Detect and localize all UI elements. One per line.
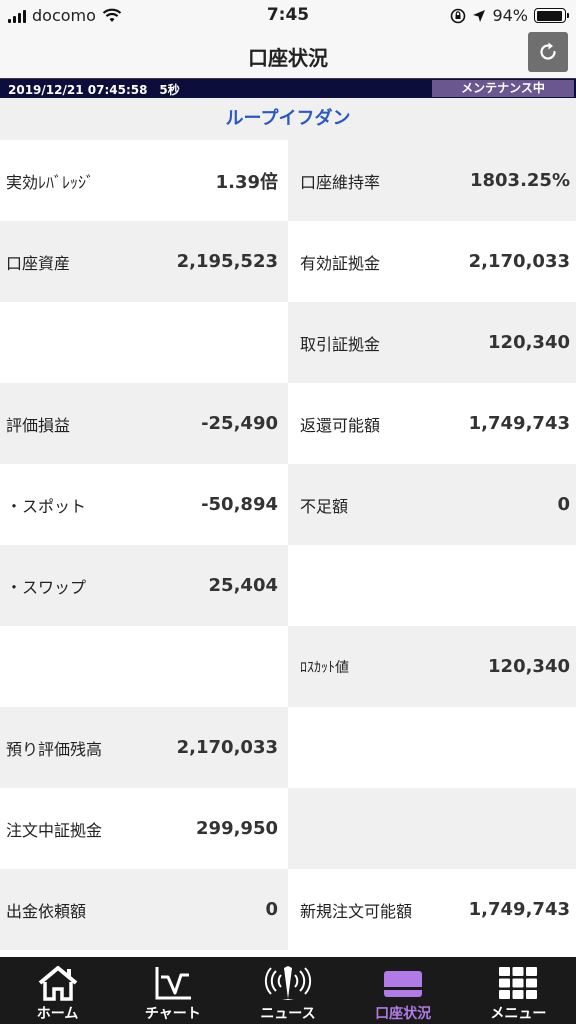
cell-value: 0 xyxy=(557,494,570,515)
cell-label: 口座資産 xyxy=(6,253,71,273)
cell-label: 返還可能額 xyxy=(300,415,381,435)
cell-value: 1,749,743 xyxy=(468,899,570,920)
left-cell-leverage: 実効ﾚﾊﾞﾚｯｼﾞ 1.39倍 xyxy=(0,140,288,221)
cell-value: 25,404 xyxy=(208,575,278,596)
cell-value: 299,950 xyxy=(196,818,278,839)
cell-label: 出金依頼額 xyxy=(6,901,87,921)
refresh-icon xyxy=(540,42,556,60)
cell-label: ・スワップ xyxy=(6,577,87,597)
cell-value: -25,490 xyxy=(201,413,278,434)
right-cell-shortfall: 不足額 0 xyxy=(288,464,576,545)
menu-icon xyxy=(499,967,538,999)
right-cell-new-order-available: 新規注文可能額 1,749,743 xyxy=(288,869,576,950)
right-cell-empty xyxy=(288,707,576,788)
left-cell-spot: ・スポット -50,894 xyxy=(0,464,288,545)
account-icon xyxy=(384,971,423,997)
right-cell-trading-margin: 取引証拠金 120,340 xyxy=(288,302,576,383)
cell-label: 口座維持率 xyxy=(300,172,381,192)
tab-label: ニュース xyxy=(260,1006,316,1022)
cell-value: -50,894 xyxy=(201,494,278,515)
cell-label: 新規注文可能額 xyxy=(300,901,413,921)
cell-label: 不足額 xyxy=(300,496,349,516)
left-cell-order-margin: 注文中証拠金 299,950 xyxy=(0,788,288,869)
tab-chart[interactable]: チャート xyxy=(115,957,230,1024)
tab-label: ホーム xyxy=(36,1006,79,1022)
right-cell-withdrawable: 返還可能額 1,749,743 xyxy=(288,383,576,464)
info-strip: 2019/12/21 07:45:58 5秒 メンテナンス中 xyxy=(0,78,576,98)
cell-value: 2,170,033 xyxy=(468,251,570,272)
right-cell-losscut: ﾛｽｶｯﾄ値 120,340 xyxy=(288,626,576,707)
maintenance-badge: メンテナンス中 xyxy=(432,80,574,97)
tab-label: チャート xyxy=(144,1006,201,1022)
right-cell-maintenance-rate: 口座維持率 1803.25% xyxy=(288,140,576,221)
cell-value: 1803.25% xyxy=(469,170,570,191)
battery-fill xyxy=(536,10,562,21)
tab-bar: ホーム チャート ニュース 口座状況 メニュー xyxy=(0,957,576,1024)
status-bar: docomo 7:45 94% xyxy=(0,0,576,32)
tab-menu[interactable]: メニュー xyxy=(461,957,576,1024)
cell-value: 2,195,523 xyxy=(176,251,278,272)
section-title: ループイフダン xyxy=(0,98,576,140)
left-cell-empty xyxy=(0,302,288,383)
left-cell-withdrawal-request: 出金依頼額 0 xyxy=(0,869,288,950)
tab-label: 口座状況 xyxy=(375,1006,432,1022)
news-icon xyxy=(264,966,312,1000)
right-cell-effective-margin: 有効証拠金 2,170,033 xyxy=(288,221,576,302)
right-cell-empty xyxy=(288,545,576,626)
cell-label: 預り評価残高 xyxy=(6,739,103,759)
cell-label: 注文中証拠金 xyxy=(6,820,103,840)
status-bar-right: 94% xyxy=(450,6,569,25)
chart-icon xyxy=(155,967,191,1000)
cell-label: 取引証拠金 xyxy=(300,334,381,354)
cell-label: 実効ﾚﾊﾞﾚｯｼﾞ xyxy=(6,172,95,192)
update-datetime: 2019/12/21 07:45:58 5秒 xyxy=(8,83,180,97)
left-cell-deposit-valuation: 預り評価残高 2,170,033 xyxy=(0,707,288,788)
nav-header: 口座状況 xyxy=(0,32,576,78)
page-title: 口座状況 xyxy=(248,46,328,70)
cell-value: 120,340 xyxy=(488,656,570,677)
cell-label: 有効証拠金 xyxy=(300,253,381,273)
rotation-lock-icon xyxy=(451,8,466,23)
cell-value: 120,340 xyxy=(488,332,570,353)
left-cell-swap: ・スワップ 25,404 xyxy=(0,545,288,626)
cell-label: ﾛｽｶｯﾄ値 xyxy=(300,659,349,676)
cell-label: 評価損益 xyxy=(6,415,71,435)
cell-value: 2,170,033 xyxy=(176,737,278,758)
battery-icon xyxy=(534,8,569,23)
left-cell-unrealized-pl: 評価損益 -25,490 xyxy=(0,383,288,464)
location-arrow-icon xyxy=(473,9,486,22)
left-cell-account-assets: 口座資産 2,195,523 xyxy=(0,221,288,302)
cell-value: 1.39倍 xyxy=(215,171,278,193)
left-cell-empty xyxy=(0,626,288,707)
cell-value: 1,749,743 xyxy=(468,413,570,434)
right-cell-empty xyxy=(288,788,576,869)
battery-percent: 94% xyxy=(492,6,528,25)
tab-home[interactable]: ホーム xyxy=(0,957,115,1024)
cell-value: 0 xyxy=(265,899,278,920)
home-icon xyxy=(38,966,77,1001)
tab-label: メニュー xyxy=(490,1006,547,1022)
tab-account-status[interactable]: 口座状況 xyxy=(346,957,461,1024)
tab-news[interactable]: ニュース xyxy=(230,957,345,1024)
cell-label: ・スポット xyxy=(6,496,87,516)
refresh-button[interactable] xyxy=(528,32,568,72)
